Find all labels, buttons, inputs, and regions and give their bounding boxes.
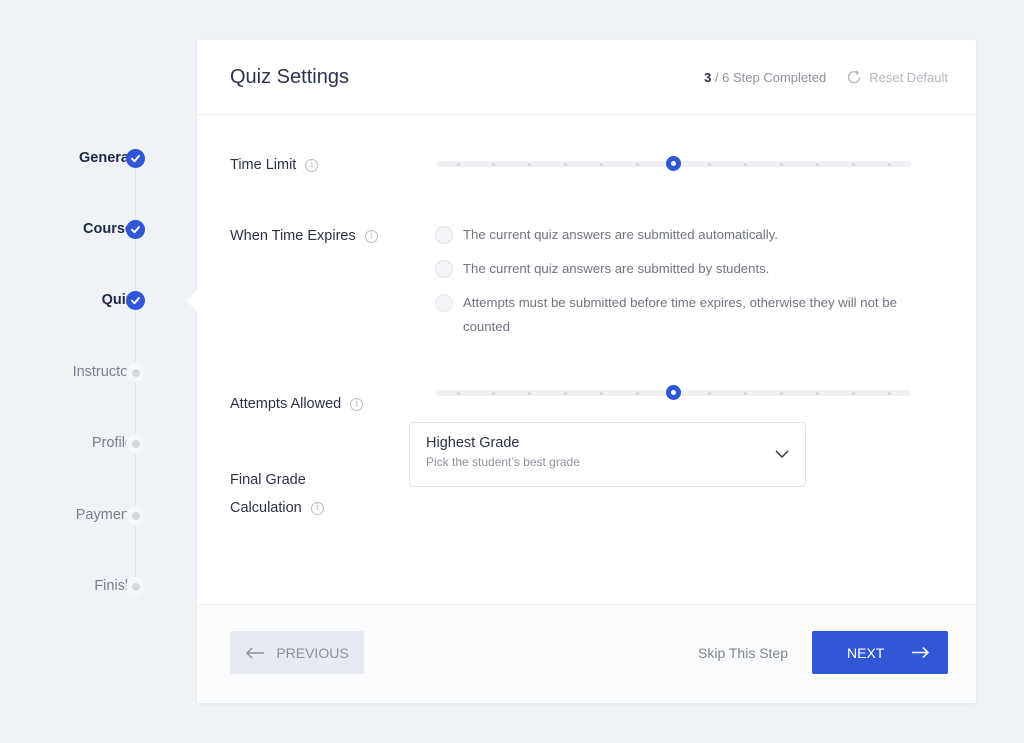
step-finish[interactable]: Finish [0,574,160,598]
slider-tick [743,162,747,166]
card-footer: PREVIOUS Skip This Step NEXT [197,604,976,703]
check-icon [126,220,145,239]
radio-option-label: The current quiz answers are submitted a… [463,227,778,242]
time-limit-label: Time Limit i [230,157,319,173]
attempts-allowed-slider[interactable] [436,385,911,400]
wizard-stepper: General Course Quiz Instructor Profile Paymen… [0,0,196,743]
slider-thumb[interactable] [666,385,681,400]
time-limit-label-text: Time Limit [230,157,297,173]
info-icon[interactable]: i [310,501,324,515]
step-label: General [79,150,133,166]
slider-tick [851,162,855,166]
final-grade-label-line2: Calculation [230,500,302,516]
quiz-settings-card: Quiz Settings 3 / 6 Step Completed Reset… [187,40,976,703]
final-grade-label-line1: Final Grade [230,472,306,488]
page-title: Quiz Settings [230,65,349,88]
skip-step-link[interactable]: Skip This Step [698,645,788,661]
step-general[interactable]: General [0,146,160,170]
info-icon[interactable]: i [350,397,364,411]
radio-option[interactable]: Attempts must be submitted before time e… [435,291,945,339]
final-grade-selected-value: Highest Grade [426,435,520,451]
step-course[interactable]: Course [0,217,160,241]
previous-button[interactable]: PREVIOUS [230,631,364,674]
radio-button[interactable] [435,260,453,278]
info-icon[interactable]: i [364,229,378,243]
step-progress: 3 / 6 Step Completed [704,70,826,85]
when-time-expires-label-text: When Time Expires [230,228,356,244]
card-header: Quiz Settings 3 / 6 Step Completed Reset… [197,40,976,115]
step-instructor[interactable]: Instructor [0,360,160,384]
pending-dot-icon [126,506,145,525]
step-payment[interactable]: Payment [0,503,160,527]
slider-tick [887,391,891,395]
slider-tick [600,391,604,395]
slider-tick [707,162,711,166]
slider-tick [528,391,532,395]
arrow-right-icon [912,646,930,659]
step-quiz[interactable]: Quiz [0,288,160,312]
final-grade-selected-description: Pick the student’s best grade [426,455,580,469]
reset-default-label: Reset Default [869,69,948,85]
card-body: Time Limit i When Time Expires i The cur… [197,115,976,604]
attempts-allowed-label-text: Attempts Allowed [230,396,342,412]
slider-tick [600,162,604,166]
slider-tick [636,162,640,166]
step-label: Instructor [72,364,133,380]
slider-tick [636,391,640,395]
active-step-pointer [187,290,197,312]
radio-button[interactable] [435,226,453,244]
final-grade-label-line2-row: Calculation i [230,494,324,522]
slider-tick [743,391,747,395]
time-limit-slider[interactable] [436,156,911,171]
slider-tick [564,162,568,166]
step-label: Payment [75,507,133,523]
next-button-label: NEXT [847,645,885,661]
slider-tick [851,391,855,395]
slider-thumb[interactable] [666,156,681,171]
when-time-expires-radio-group: The current quiz answers are submitted a… [435,223,945,349]
slider-tick [815,162,819,166]
pending-dot-icon [126,577,145,596]
radio-option[interactable]: The current quiz answers are submitted b… [435,257,945,281]
check-icon [126,291,145,310]
slider-tick [779,391,783,395]
final-grade-select[interactable]: Highest Grade Pick the student’s best gr… [409,422,806,487]
slider-tick [456,162,460,166]
slider-tick [564,391,568,395]
slider-tick [707,391,711,395]
pending-dot-icon [126,363,145,382]
info-icon[interactable]: i [305,158,319,172]
radio-option[interactable]: The current quiz answers are submitted a… [435,223,945,247]
final-grade-label: Final Grade Calculation i [230,466,324,522]
attempts-allowed-label: Attempts Allowed i [230,396,364,412]
check-icon [126,149,145,168]
next-button[interactable]: NEXT [812,631,948,674]
radio-option-label: The current quiz answers are submitted b… [463,261,770,276]
slider-tick [815,391,819,395]
previous-button-label: PREVIOUS [276,644,349,661]
slider-tick [528,162,532,166]
slider-tick [779,162,783,166]
step-progress-total: / 6 Step Completed [711,69,827,85]
arrow-left-icon [246,647,265,658]
pending-dot-icon [126,434,145,453]
radio-button[interactable] [435,294,453,312]
slider-tick [887,162,891,166]
refresh-icon [848,70,861,84]
step-profile[interactable]: Profile [0,431,160,455]
reset-default-button[interactable]: Reset Default [846,69,948,85]
radio-option-label: Attempts must be submitted before time e… [463,295,897,334]
when-time-expires-label: When Time Expires i [230,228,378,244]
chevron-down-icon [775,450,789,458]
slider-tick [456,391,460,395]
